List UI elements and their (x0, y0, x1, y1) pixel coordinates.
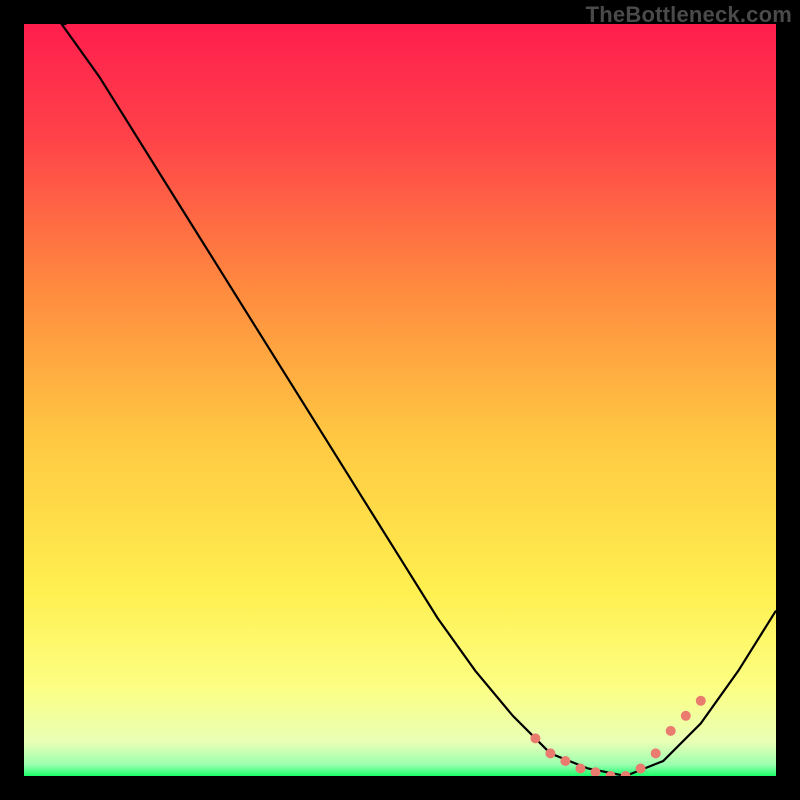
highlight-point (576, 764, 586, 774)
plot-container (24, 24, 776, 776)
highlight-point (666, 726, 676, 736)
highlight-point (636, 764, 646, 774)
highlight-point (681, 711, 691, 721)
watermark-text: TheBottleneck.com (586, 2, 792, 28)
app-frame: TheBottleneck.com (0, 0, 800, 800)
highlight-point (560, 756, 570, 766)
highlight-point (530, 733, 540, 743)
bottleneck-chart (24, 24, 776, 776)
highlight-point (696, 696, 706, 706)
highlight-point (651, 748, 661, 758)
highlight-point (545, 748, 555, 758)
